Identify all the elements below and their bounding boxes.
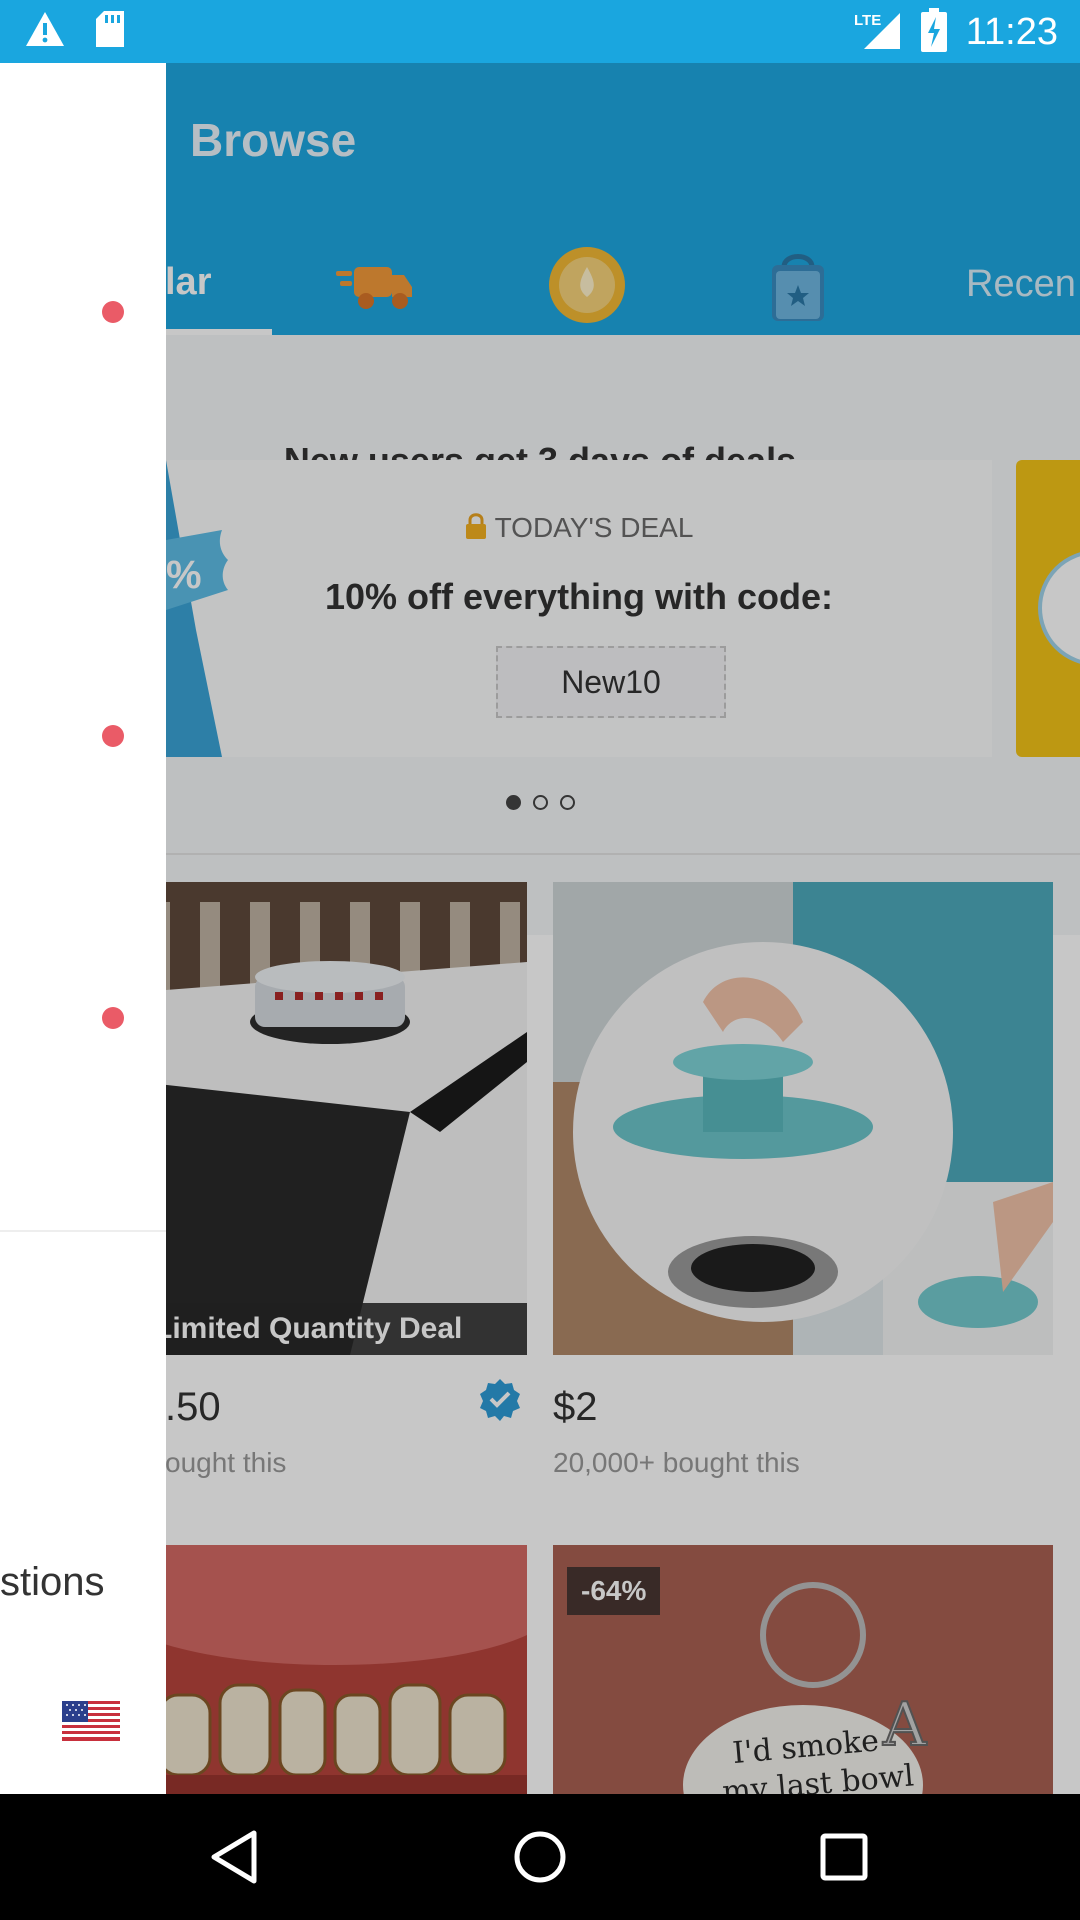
battery-charging-icon [920,8,948,57]
navigation-drawer: stions [0,63,166,1794]
back-icon[interactable] [206,1827,266,1887]
drawer-item-questions[interactable]: stions [0,1560,105,1605]
sd-card-icon [94,10,126,53]
system-nav-bar [0,1794,1080,1920]
warning-icon [24,10,66,53]
drawer-divider [0,1230,166,1232]
notification-dot [102,1007,124,1029]
status-time: 11:23 [965,11,1058,53]
us-flag-icon[interactable] [62,1701,120,1741]
home-icon[interactable] [510,1827,570,1887]
notification-dot [102,301,124,323]
lte-signal-icon: LTE [854,9,902,56]
recents-icon[interactable] [814,1827,874,1887]
notification-dot [102,725,124,747]
status-bar: LTE 11:23 [0,0,1080,63]
svg-text:LTE: LTE [854,12,881,29]
